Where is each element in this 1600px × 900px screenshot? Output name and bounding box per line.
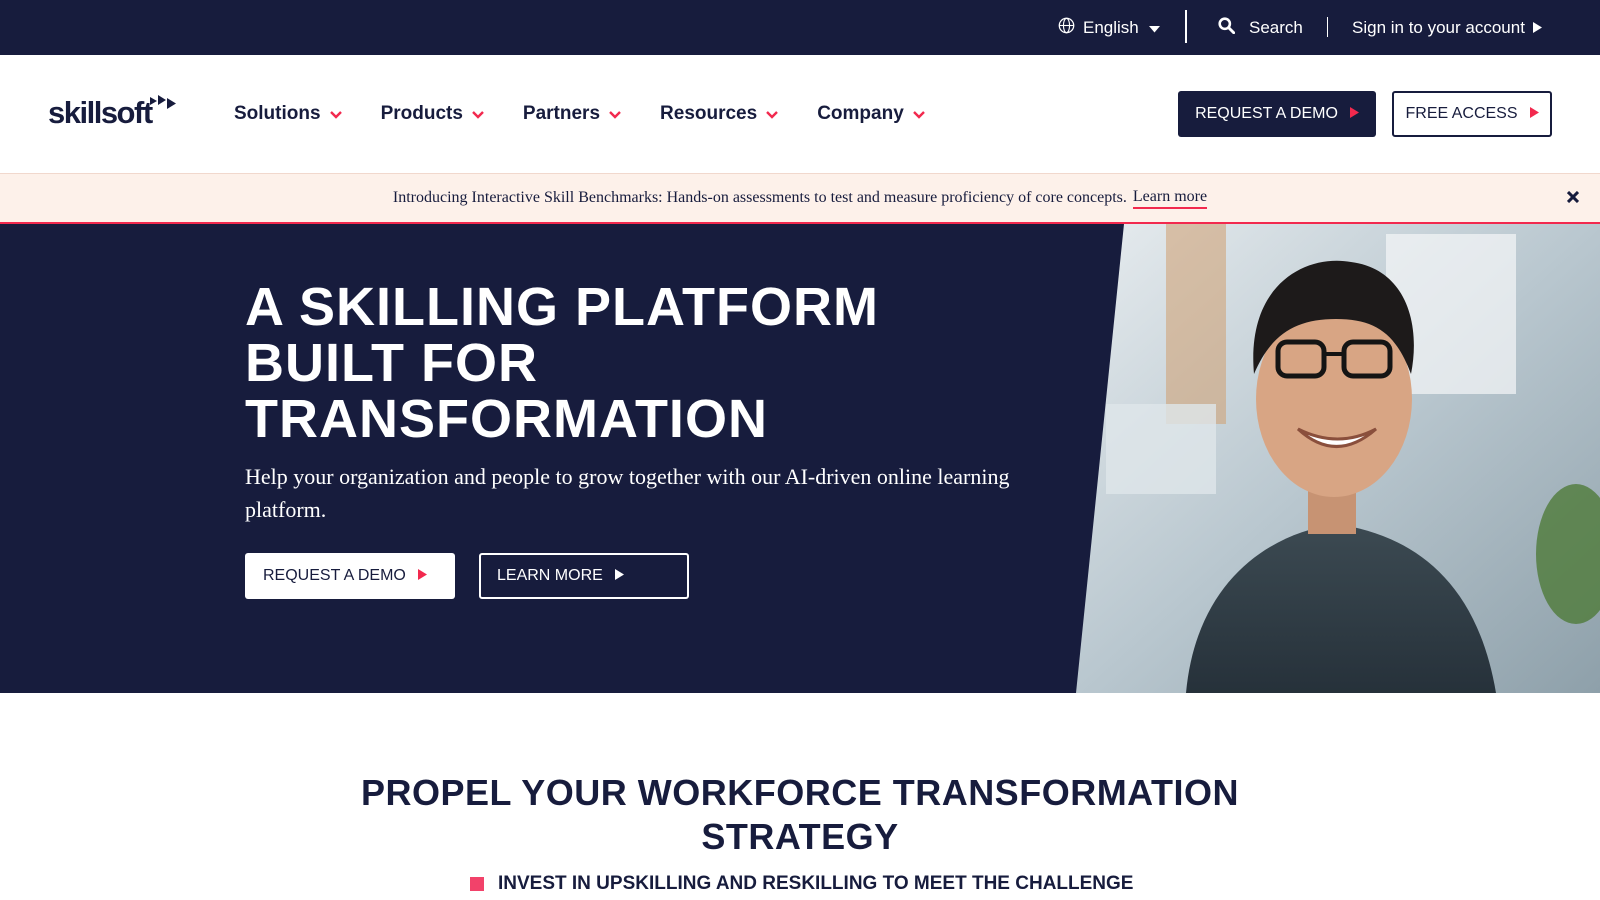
nav-label: Solutions	[234, 103, 321, 124]
language-label: English	[1083, 17, 1139, 37]
chevron-down-icon	[609, 103, 621, 125]
play-triangle-icon	[1349, 105, 1359, 123]
language-selector[interactable]: English	[1058, 0, 1168, 55]
nav-company[interactable]: Company	[817, 103, 925, 125]
utility-bar: English Search Sign in to your account	[0, 0, 1600, 55]
section-title-line: STRATEGY	[701, 816, 899, 857]
nav-label: Company	[817, 103, 904, 124]
nav-label: Resources	[660, 103, 758, 124]
announcement-learn-more-link[interactable]: Learn more	[1132, 188, 1208, 209]
caret-down-icon	[1148, 18, 1168, 38]
section-subtitle-text: INVEST IN UPSKILLING AND RESKILLING TO M…	[498, 873, 1134, 894]
search-icon	[1218, 16, 1249, 39]
nav-label: Partners	[522, 103, 601, 124]
hero-learn-more-button[interactable]: LEARN MORE	[479, 553, 689, 599]
hero-request-demo-button[interactable]: REQUEST A DEMO	[245, 553, 455, 599]
section-title: PROPEL YOUR WORKFORCE TRANSFORMATION STR…	[200, 771, 1400, 859]
chevron-down-icon	[912, 103, 925, 125]
nav-partners[interactable]: Partners	[523, 103, 621, 125]
search-label: Search	[1249, 17, 1303, 37]
button-label: FREE ACCESS	[1405, 105, 1518, 122]
chevron-down-icon	[329, 103, 342, 125]
play-triangle-icon	[614, 567, 624, 585]
divider	[1185, 10, 1187, 43]
hero-subtitle: Help your organization and people to gro…	[245, 464, 1010, 522]
divider	[1327, 17, 1328, 37]
section-subtitle: INVEST IN UPSKILLING AND RESKILLING TO M…	[470, 873, 1133, 895]
hero-photo-smiling-man	[1076, 224, 1600, 693]
hero-title-line: A SKILLING PLATFORM	[245, 277, 879, 337]
request-demo-button[interactable]: REQUEST A DEMO	[1178, 91, 1376, 137]
hero-section: A SKILLING PLATFORM BUILT FOR TRANSFORMA…	[0, 224, 1600, 693]
hero-title-line: TRANSFORMATION	[245, 389, 768, 449]
logo-wordmark: skillsoft	[48, 95, 153, 130]
chevron-down-icon	[472, 103, 484, 125]
announcement-banner: Introducing Interactive Skill Benchmarks…	[0, 173, 1600, 224]
signin-label: Sign in to your account	[1352, 17, 1525, 37]
announcement-text: Introducing Interactive Skill Benchmarks…	[392, 189, 1127, 206]
button-label: REQUEST A DEMO	[263, 567, 406, 584]
nav-resources[interactable]: Resources	[660, 103, 779, 125]
main-nav: skillsoft Solutions Products Partners Re…	[0, 55, 1600, 173]
play-triangle-icon	[1532, 18, 1542, 38]
button-label: REQUEST A DEMO	[1195, 105, 1338, 122]
nav-label: Products	[380, 103, 463, 124]
search-button[interactable]: Search	[1218, 0, 1303, 55]
skillsoft-logo[interactable]: skillsoft	[48, 95, 176, 128]
hero-title: A SKILLING PLATFORM BUILT FOR TRANSFORMA…	[245, 279, 1065, 447]
button-label: LEARN MORE	[497, 567, 603, 584]
logo-arrows-icon	[149, 95, 176, 116]
play-triangle-icon	[1529, 105, 1539, 123]
free-access-button[interactable]: FREE ACCESS	[1392, 91, 1552, 137]
section-title-line: PROPEL YOUR WORKFORCE TRANSFORMATION	[360, 772, 1239, 813]
primary-nav: Solutions Products Partners Resources Co…	[234, 55, 964, 173]
accent-square-icon	[470, 877, 484, 891]
close-icon[interactable]	[1562, 186, 1584, 208]
nav-products[interactable]: Products	[381, 103, 484, 125]
hero-title-line: BUILT FOR	[245, 333, 538, 393]
globe-icon	[1058, 17, 1083, 39]
nav-solutions[interactable]: Solutions	[234, 103, 342, 125]
play-triangle-icon	[417, 567, 427, 585]
signin-link[interactable]: Sign in to your account	[1352, 0, 1542, 55]
chevron-down-icon	[766, 103, 779, 125]
